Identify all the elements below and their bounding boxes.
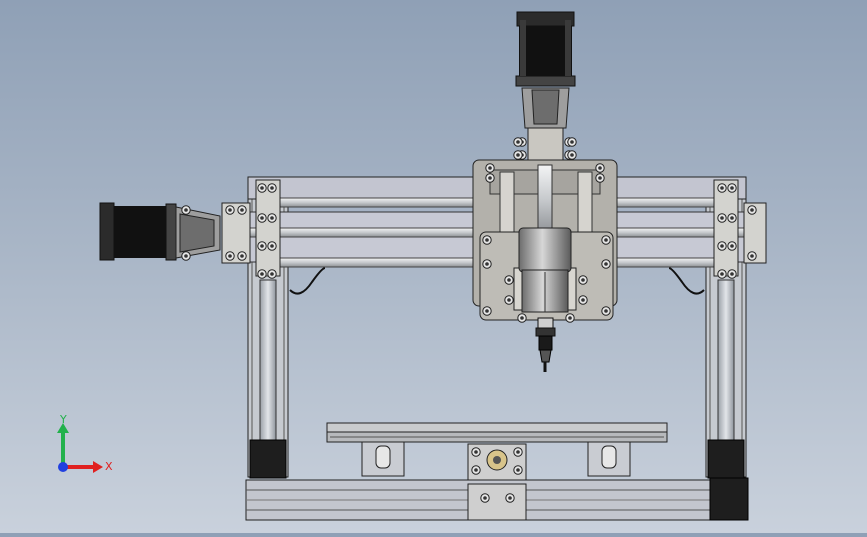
spindle-motor <box>513 227 577 313</box>
x-axis-arrowhead <box>93 461 103 473</box>
cnc-machine-drawing <box>99 11 767 521</box>
work-table <box>326 422 668 443</box>
x-axis-stepper-motor <box>99 202 177 261</box>
spindle-collet <box>535 317 556 372</box>
coordinate-triad: Y X <box>57 415 113 473</box>
x-axis-label: X <box>105 460 113 473</box>
y-axis-label: Y <box>59 415 67 426</box>
base-rail <box>245 477 749 521</box>
cad-model-viewport[interactable]: Y X <box>0 0 867 533</box>
z-axis-origin <box>58 462 68 472</box>
x-axis-motor-mount <box>175 205 221 261</box>
z-axis-stepper-motor <box>515 11 576 87</box>
z-axis-motor-coupler-mount <box>517 87 574 161</box>
